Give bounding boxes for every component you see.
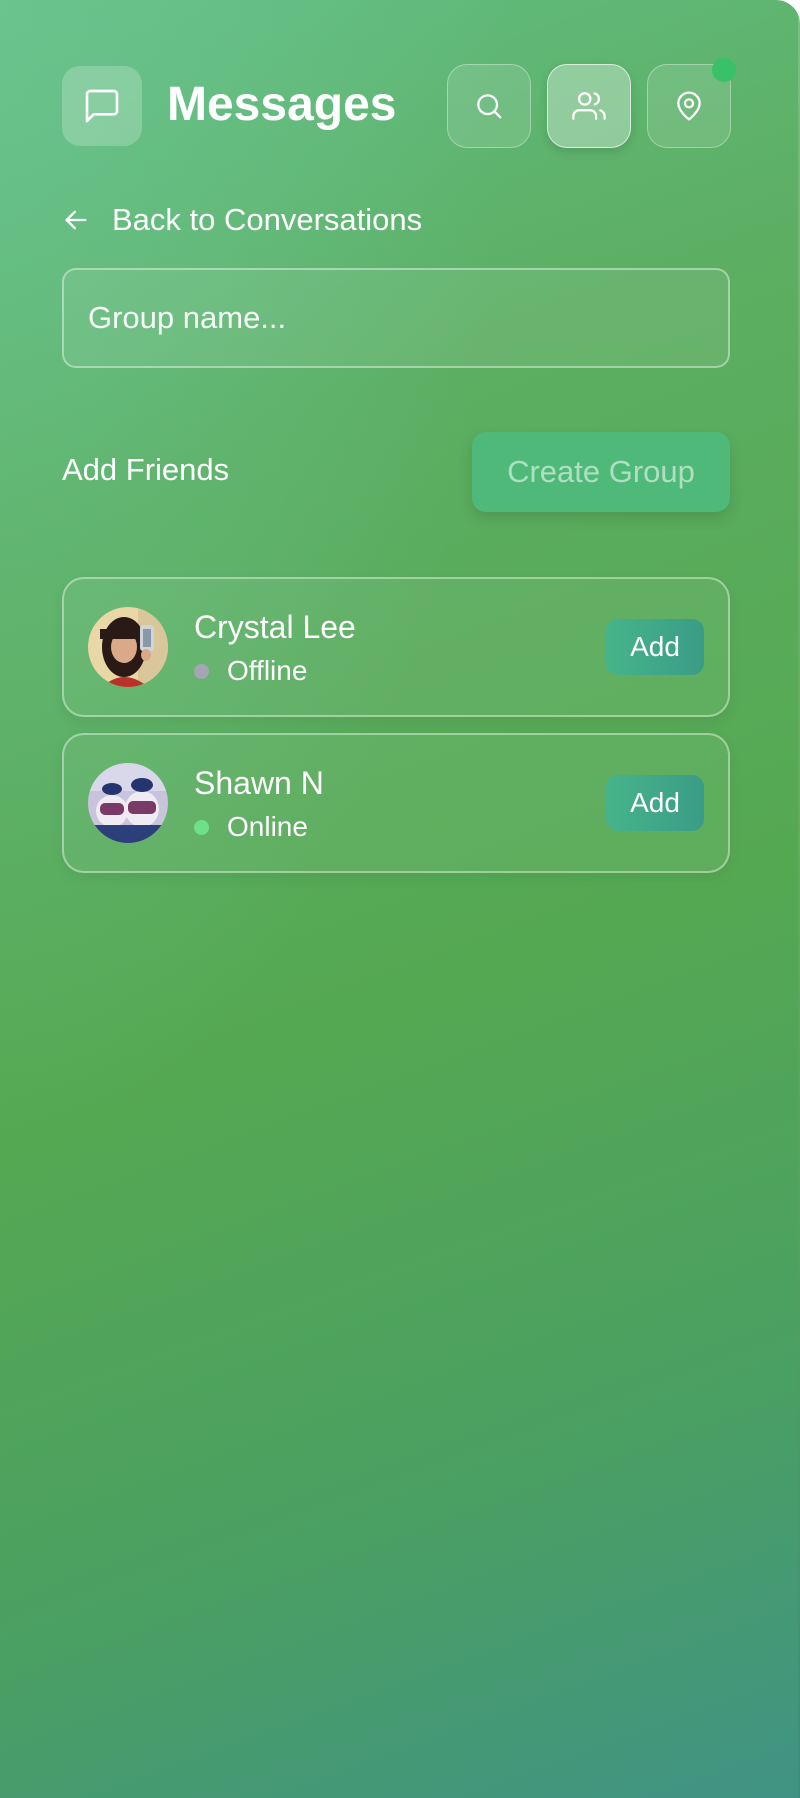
status-dot (194, 663, 209, 679)
back-to-conversations-link[interactable]: Back to Conversations (62, 198, 422, 242)
app-frame: Messages Back to Conversations Group nam… (0, 0, 800, 1798)
add-friends-label: Add Friends (62, 452, 230, 487)
friends-button[interactable] (547, 64, 631, 148)
messages-panel: Messages Back to Conversations Group nam… (0, 0, 800, 1798)
search-icon (473, 90, 505, 122)
presence-label: Online (227, 811, 308, 842)
friend-name: Crystal Lee (194, 609, 356, 645)
back-link-label: Back to Conversations (112, 202, 423, 237)
status-dot (194, 819, 209, 835)
presence-status: Offline (194, 655, 307, 687)
avatar (88, 763, 168, 843)
message-square-icon (62, 66, 142, 146)
group-name-input[interactable] (62, 268, 730, 368)
presence-label: Offline (227, 655, 308, 686)
map-pin-icon (673, 90, 705, 122)
page-title: Messages (167, 78, 397, 131)
arrow-left-icon (62, 205, 92, 235)
friend-name: Shawn N (194, 765, 324, 801)
status-indicator (712, 58, 736, 82)
add-friend-button[interactable]: Add (606, 619, 704, 675)
presence-status: Online (194, 811, 308, 843)
friend-row: Crystal Lee Offline Add (62, 577, 730, 717)
add-friend-button[interactable]: Add (606, 775, 704, 831)
create-group-button[interactable]: Create Group (472, 432, 730, 512)
users-icon (572, 89, 606, 123)
search-button[interactable] (447, 64, 531, 148)
friend-row: Shawn N Online Add (62, 733, 730, 873)
avatar (88, 607, 168, 687)
